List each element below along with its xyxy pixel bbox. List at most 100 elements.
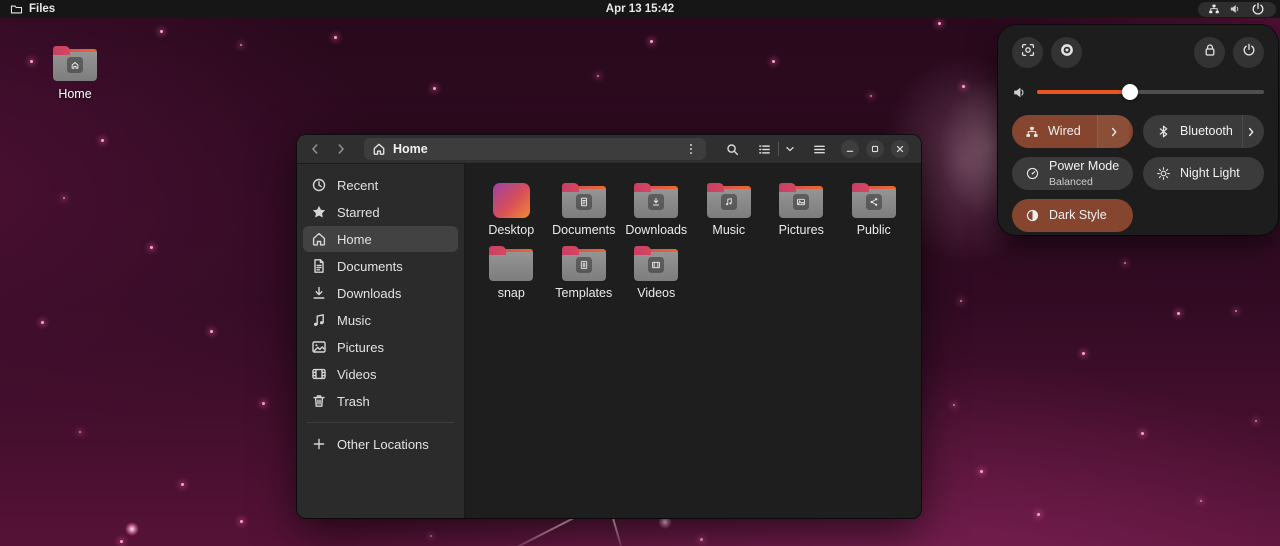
sidebar-item-label: Downloads [337, 285, 402, 301]
download-emblem-icon [648, 194, 665, 210]
toggle-label: Wired [1048, 124, 1081, 139]
kebab-menu-icon[interactable] [684, 142, 698, 156]
toggle-power-mode[interactable]: Power Mode Balanced [1012, 157, 1133, 190]
volume-slider[interactable] [1037, 84, 1264, 100]
video-emblem-icon [648, 257, 665, 273]
music-emblem-icon [720, 194, 737, 210]
sidebar-item-label: Home [337, 231, 372, 247]
folder-videos[interactable]: Videos [620, 245, 693, 308]
sidebar-divider [307, 422, 454, 423]
star-icon [311, 204, 327, 220]
toggle-bluetooth[interactable]: Bluetooth [1143, 115, 1264, 148]
toggle-label: Dark Style [1049, 208, 1107, 223]
picture-icon [311, 339, 327, 355]
clock-button[interactable]: Apr 13 15:42 [606, 3, 674, 15]
document-emblem-icon [575, 194, 592, 210]
folder-desktop[interactable]: Desktop [475, 182, 548, 245]
close-button[interactable] [891, 140, 909, 158]
folder-icon [634, 246, 679, 281]
list-view-button[interactable] [752, 138, 776, 160]
night-light-icon [1156, 166, 1171, 181]
folder-templates[interactable]: Templates [548, 245, 621, 308]
house-emblem-icon [67, 57, 83, 73]
folder-icon [561, 183, 606, 218]
sidebar-item-other-locations[interactable]: Other Locations [303, 431, 458, 457]
sidebar: Recent Starred Home Documents Downloads Music… [297, 164, 465, 518]
folder-public[interactable]: Public [838, 182, 911, 245]
folder-label: Public [856, 223, 891, 237]
back-button[interactable] [304, 138, 326, 160]
desktop-icon-label: Home [58, 87, 92, 101]
home-icon [311, 231, 327, 247]
folder-snap[interactable]: snap [475, 245, 548, 308]
toggle-wired[interactable]: Wired [1012, 115, 1133, 148]
toggle-dark-style[interactable]: Dark Style [1012, 199, 1133, 232]
desktop-icon-home[interactable]: Home [47, 46, 103, 101]
folder-label: Videos [637, 286, 676, 300]
dark-style-icon [1025, 208, 1040, 223]
minimize-button[interactable] [841, 140, 859, 158]
folder-pictures[interactable]: Pictures [765, 182, 838, 245]
volume-row [1012, 82, 1264, 102]
sidebar-item-label: Other Locations [337, 436, 429, 452]
folder-label: Desktop [488, 223, 535, 237]
volume-slider-knob[interactable] [1122, 84, 1139, 100]
screenshot-icon [1020, 42, 1036, 63]
active-app-name: Files [29, 3, 56, 15]
sidebar-item-home[interactable]: Home [303, 226, 458, 252]
headerbar: Home [297, 135, 921, 164]
sidebar-item-documents[interactable]: Documents [303, 253, 458, 279]
chevron-right-icon[interactable] [1241, 115, 1260, 148]
lock-button[interactable] [1194, 37, 1225, 68]
folder-music[interactable]: Music [693, 182, 766, 245]
power-icon [1250, 1, 1266, 17]
folder-label: Downloads [625, 223, 688, 237]
folder-icon [706, 183, 751, 218]
toggle-label: Night Light [1180, 166, 1240, 181]
network-wired-icon [1208, 3, 1220, 15]
sidebar-item-label: Trash [337, 393, 370, 409]
chevron-right-icon[interactable] [1097, 115, 1129, 148]
sidebar-item-starred[interactable]: Starred [303, 199, 458, 225]
folder-icon [561, 246, 606, 281]
sidebar-item-label: Starred [337, 204, 380, 220]
music-icon [311, 312, 327, 328]
main-menu-button[interactable] [807, 138, 831, 160]
sidebar-item-pictures[interactable]: Pictures [303, 334, 458, 360]
system-tray[interactable] [1198, 1, 1276, 17]
recent-icon [311, 177, 327, 193]
current-location: Home [393, 142, 428, 156]
bluetooth-icon [1156, 124, 1171, 139]
active-app-menu[interactable]: Files [0, 0, 65, 18]
settings-button[interactable] [1051, 37, 1082, 68]
folder-downloads[interactable]: Downloads [620, 182, 693, 245]
lock-icon [1202, 42, 1218, 63]
power-mode-icon [1025, 166, 1040, 181]
forward-button[interactable] [330, 138, 352, 160]
home-icon [372, 142, 386, 156]
trash-icon [311, 393, 327, 409]
folder-label: snap [497, 286, 525, 300]
maximize-button[interactable] [866, 140, 884, 158]
sidebar-item-recent[interactable]: Recent [303, 172, 458, 198]
sidebar-item-music[interactable]: Music [303, 307, 458, 333]
files-app-icon [10, 3, 23, 16]
folder-view[interactable]: Desktop Documents Downloads Music Pictures Pu… [465, 164, 921, 518]
screenshot-button[interactable] [1012, 37, 1043, 68]
sidebar-item-label: Recent [337, 177, 379, 193]
toggle-night-light[interactable]: Night Light [1143, 157, 1264, 190]
folder-label: Music [712, 223, 746, 237]
folder-label: Documents [552, 223, 616, 237]
power-button[interactable] [1233, 37, 1264, 68]
folder-icon [851, 183, 896, 218]
folder-documents[interactable]: Documents [548, 182, 621, 245]
volume-icon [1012, 85, 1027, 100]
network-wired-icon [1025, 125, 1039, 139]
search-button[interactable] [720, 138, 744, 160]
toggle-subtitle: Balanced [1049, 175, 1093, 188]
view-options-dropdown[interactable] [781, 138, 799, 160]
sidebar-item-downloads[interactable]: Downloads [303, 280, 458, 306]
sidebar-item-videos[interactable]: Videos [303, 361, 458, 387]
pathbar[interactable]: Home [364, 138, 706, 160]
sidebar-item-trash[interactable]: Trash [303, 388, 458, 414]
